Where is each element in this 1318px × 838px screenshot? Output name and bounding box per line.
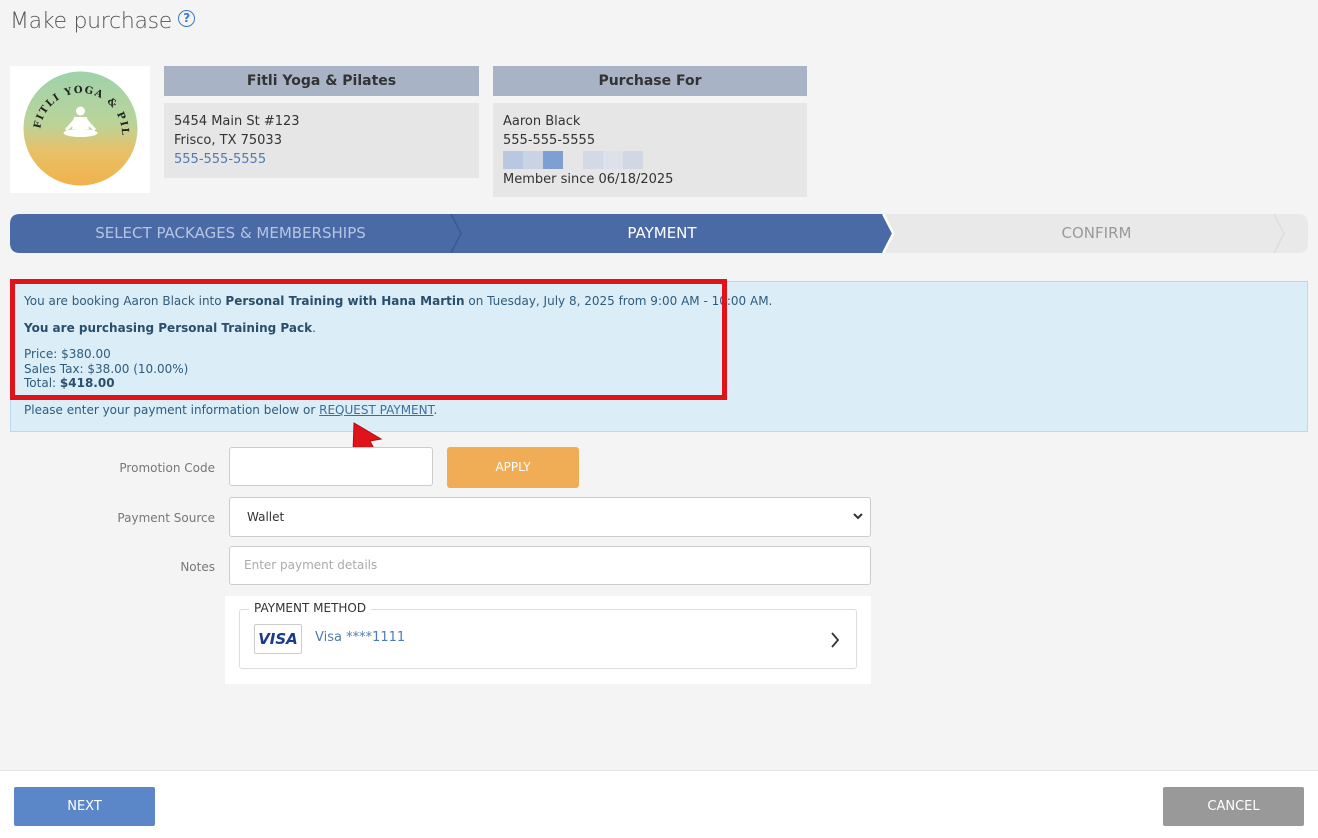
promo-code-input[interactable] xyxy=(229,447,433,486)
business-phone[interactable]: 555-555-5555 xyxy=(174,150,469,169)
booking-summary: You are booking Aaron Black into Persona… xyxy=(10,281,1308,432)
purchase-for-header: Purchase For xyxy=(493,66,807,96)
purchasing-line: You are purchasing Personal Training Pac… xyxy=(24,321,316,335)
business-details: 5454 Main St #123 Frisco, TX 75033 555-5… xyxy=(164,103,479,178)
promo-code-label: Promotion Code xyxy=(119,461,215,475)
help-icon[interactable]: ? xyxy=(178,10,196,27)
booking-line: You are booking Aaron Black into Persona… xyxy=(24,294,773,308)
notes-input[interactable]: Enter payment details xyxy=(229,546,871,585)
next-button[interactable]: NEXT xyxy=(14,787,155,826)
payment-method-panel: VISA Visa ****1111 PAYMENT METHOD xyxy=(225,596,871,684)
business-address-line1: 5454 Main St #123 xyxy=(174,114,300,129)
apply-button[interactable]: APPLY xyxy=(447,447,579,488)
step-payment[interactable]: PAYMENT xyxy=(451,214,873,253)
customer-name: Aaron Black xyxy=(503,114,581,129)
card-label: Visa ****1111 xyxy=(315,630,406,645)
price: Price: $380.00 xyxy=(24,347,111,361)
step-confirm[interactable]: CONFIRM xyxy=(885,214,1308,253)
total: Total: $418.00 xyxy=(24,376,115,390)
business-logo: FITLI YOGA & PILATES xyxy=(10,66,150,193)
request-payment-link[interactable]: REQUEST PAYMENT xyxy=(319,403,433,417)
footer-bar: NEXT CANCEL xyxy=(0,770,1318,838)
notes-label: Notes xyxy=(180,560,215,574)
payment-source-label: Payment Source xyxy=(117,511,215,525)
business-name: Fitli Yoga & Pilates xyxy=(164,66,479,96)
price-breakdown: Price: $380.00 Sales Tax: $38.00 (10.00%… xyxy=(24,347,188,391)
sales-tax: Sales Tax: $38.00 (10.00%) xyxy=(24,361,189,376)
visa-logo-icon: VISA xyxy=(254,624,302,654)
member-since: Member since 06/18/2025 xyxy=(503,172,674,187)
payment-method-card[interactable]: VISA Visa ****1111 xyxy=(239,609,857,669)
cancel-button[interactable]: CANCEL xyxy=(1163,787,1304,826)
chevron-right-icon[interactable] xyxy=(830,632,840,648)
step-select-packages[interactable]: SELECT PACKAGES & MEMBERSHIPS xyxy=(10,214,451,253)
redacted-email xyxy=(503,151,797,169)
business-address-line2: Frisco, TX 75033 xyxy=(174,133,282,148)
payment-source-value: Wallet xyxy=(247,510,285,524)
chevron-down-icon xyxy=(853,513,863,520)
purchase-for-details: Aaron Black 555-555-5555 Member since 06… xyxy=(493,103,807,197)
payment-method-legend: PAYMENT METHOD xyxy=(249,601,372,615)
customer-phone: 555-555-5555 xyxy=(503,133,596,148)
payment-source-select[interactable]: Wallet xyxy=(229,497,871,537)
yoga-logo-icon: FITLI YOGA & PILATES xyxy=(22,70,138,186)
payment-prompt: Please enter your payment information be… xyxy=(24,403,438,417)
checkout-stepper: SELECT PACKAGES & MEMBERSHIPS PAYMENT CO… xyxy=(10,214,1308,253)
class-name: Personal Training with Hana Martin xyxy=(225,294,465,308)
page-title: Make purchase ? xyxy=(10,9,196,34)
